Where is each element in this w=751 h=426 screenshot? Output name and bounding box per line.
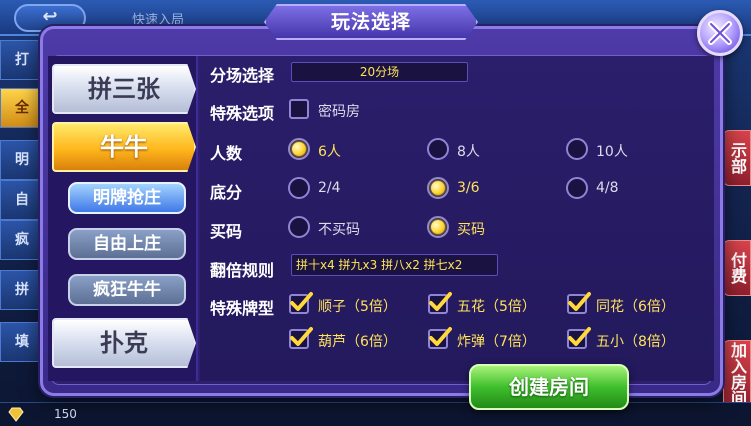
lobby-left-tabs: 打 全 明 自 疯 拼 填 xyxy=(0,40,44,420)
diamond-icon xyxy=(8,407,24,422)
create-room-button[interactable]: 创建房间 xyxy=(469,364,629,410)
lobby-tab[interactable]: 全 xyxy=(0,88,44,128)
players-10-label: 10人 xyxy=(596,144,628,160)
zhadan-checkbox[interactable] xyxy=(428,327,452,349)
lobby-right-tab[interactable]: 示部 xyxy=(723,130,751,186)
special-cards-label: 特殊牌型 xyxy=(210,299,275,318)
base-score-4-8-radio[interactable] xyxy=(566,177,588,199)
tonghua-checkbox[interactable] xyxy=(567,292,591,314)
lobby-right-tab[interactable]: 付费 xyxy=(723,240,751,296)
check-icon xyxy=(290,327,313,346)
check-icon xyxy=(568,292,591,311)
shunzi-label: 顺子（5倍） xyxy=(318,299,397,315)
sub-mode-zi-you[interactable]: 自由上庄 xyxy=(68,228,186,260)
lobby-tab[interactable]: 疯 xyxy=(0,220,44,260)
lobby-right-tab[interactable]: 加入房间 xyxy=(723,340,751,408)
lobby-bottom-bar: 150 xyxy=(0,402,751,426)
category-niu-niu[interactable]: 牛牛 xyxy=(52,122,196,172)
diamond-count: 150 xyxy=(54,407,77,421)
players-8-label: 8人 xyxy=(457,144,480,160)
shunzi-checkbox[interactable] xyxy=(289,292,313,314)
base-score-label: 底分 xyxy=(210,183,243,202)
players-label: 人数 xyxy=(210,144,243,163)
check-icon xyxy=(568,327,591,346)
dialog-title: 玩法选择 xyxy=(264,4,478,40)
category-column: 拼三张 牛牛 明牌抢庄 自由上庄 疯狂牛牛 扑克 xyxy=(48,56,198,381)
tonghua-label: 同花（6倍） xyxy=(596,299,675,315)
base-score-3-6-label: 3/6 xyxy=(457,180,480,196)
lobby-tab[interactable]: 自 xyxy=(0,180,44,220)
hulu-checkbox[interactable] xyxy=(289,327,313,349)
category-poker[interactable]: 扑克 xyxy=(52,318,196,368)
wuhua-label: 五花（5倍） xyxy=(457,299,536,315)
lobby-tab[interactable]: 打 xyxy=(0,40,44,80)
check-icon xyxy=(429,292,452,311)
lobby-tab[interactable]: 填 xyxy=(0,322,44,362)
hulu-label: 葫芦（6倍） xyxy=(318,334,397,350)
lobby-tab[interactable]: 明 xyxy=(0,140,44,180)
wuxiao-checkbox[interactable] xyxy=(567,327,591,349)
no-buy-code-radio[interactable] xyxy=(288,216,310,238)
buy-code-radio[interactable] xyxy=(427,216,449,238)
multiplier-rule-label: 翻倍规则 xyxy=(210,261,275,280)
base-score-4-8-label: 4/8 xyxy=(596,180,619,196)
buy-code-label: 买码 xyxy=(210,222,243,241)
players-6-label: 6人 xyxy=(318,144,341,160)
base-score-2-4-label: 2/4 xyxy=(318,180,341,196)
close-icon xyxy=(708,21,732,45)
password-room-checkbox[interactable] xyxy=(289,99,309,119)
multiplier-rule-select[interactable]: 拼十x4 拼九x3 拼八x2 拼七x2 xyxy=(291,254,498,276)
wuxiao-label: 五小（8倍） xyxy=(596,334,675,350)
close-button[interactable] xyxy=(697,10,743,56)
base-score-2-4-radio[interactable] xyxy=(288,177,310,199)
check-icon xyxy=(429,327,452,346)
category-pin-san-zhang[interactable]: 拼三张 xyxy=(52,64,196,114)
no-buy-code-label: 不买码 xyxy=(318,222,360,238)
buy-code-option-label: 买码 xyxy=(457,222,485,238)
lobby-right-tabs: 示部 付费 加入房间 xyxy=(723,130,751,410)
password-room-label: 密码房 xyxy=(318,104,360,120)
lobby-tab[interactable]: 拼 xyxy=(0,270,44,310)
players-6-radio[interactable] xyxy=(288,138,310,160)
venue-select[interactable]: 20分场 xyxy=(291,62,468,82)
wuhua-checkbox[interactable] xyxy=(428,292,452,314)
sub-mode-feng-kuang[interactable]: 疯狂牛牛 xyxy=(68,274,186,306)
sub-mode-ming-pai[interactable]: 明牌抢庄 xyxy=(68,182,186,214)
base-score-3-6-radio[interactable] xyxy=(427,177,449,199)
zhadan-label: 炸弹（7倍） xyxy=(457,334,536,350)
special-option-label: 特殊选项 xyxy=(210,104,275,123)
players-8-radio[interactable] xyxy=(427,138,449,160)
players-10-radio[interactable] xyxy=(566,138,588,160)
venue-label: 分场选择 xyxy=(210,66,275,85)
check-icon xyxy=(290,292,313,311)
